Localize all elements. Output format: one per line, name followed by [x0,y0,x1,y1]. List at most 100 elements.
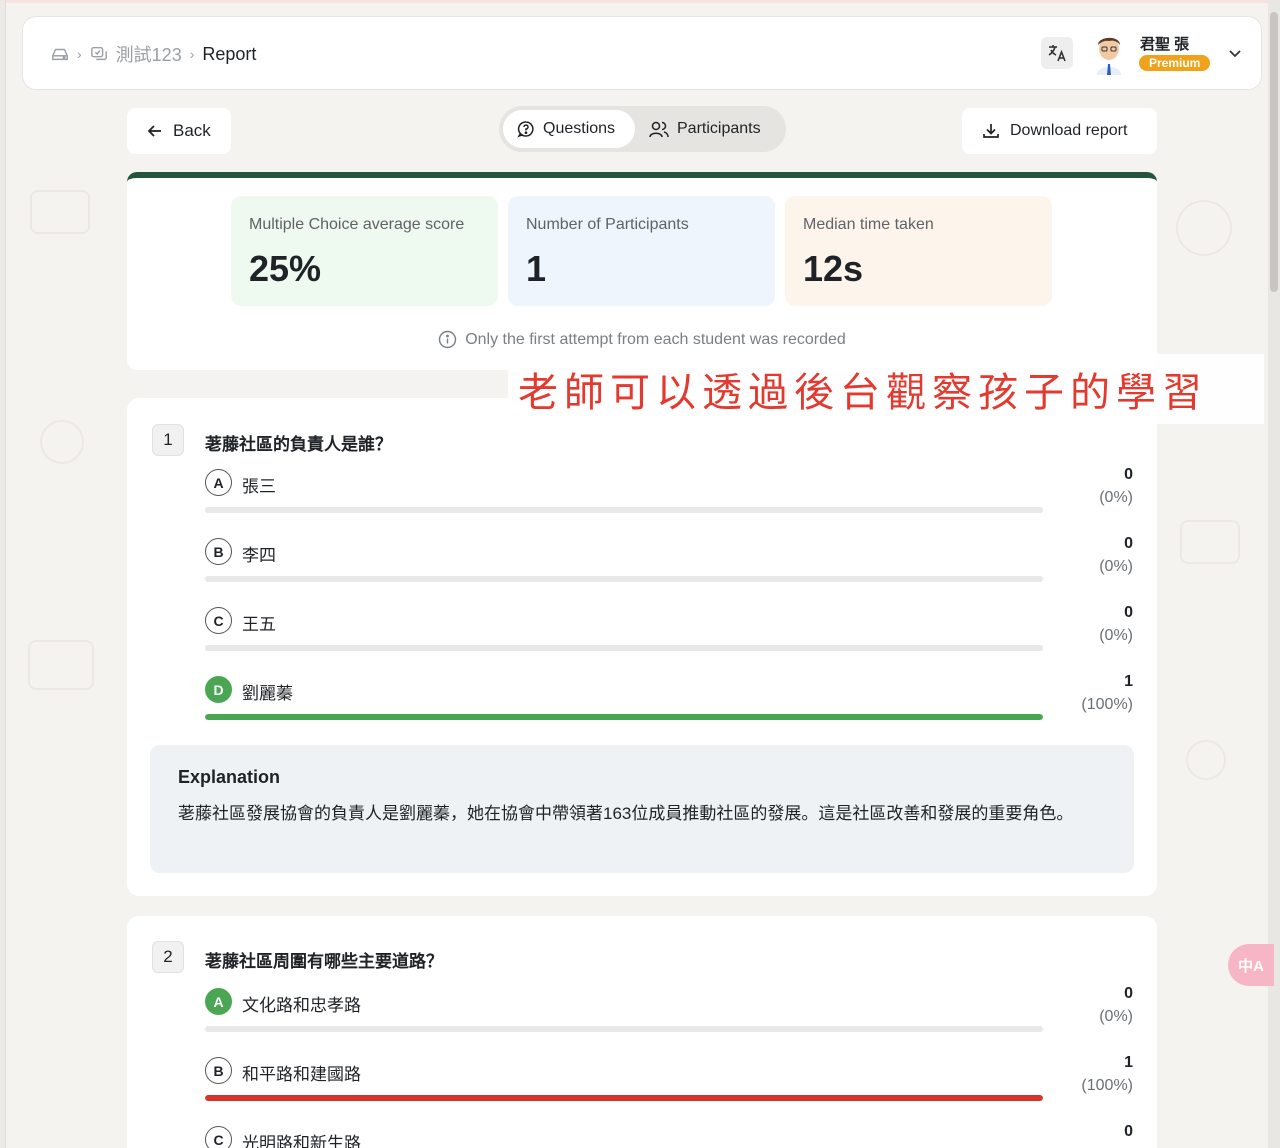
response-bar [205,576,1043,582]
explanation-title: Explanation [178,767,281,787]
breadcrumb-folder-link[interactable]: 測試123 [116,41,182,67]
background-doodle [40,420,84,464]
response-bar [205,1026,1043,1032]
response-percent: (100%) [1081,1077,1133,1094]
download-report-button[interactable]: Download report [962,108,1157,154]
user-avatar[interactable] [1089,31,1129,75]
back-button[interactable]: Back [127,108,231,154]
question-number: 1 [152,424,184,456]
background-doodle [1180,520,1240,564]
response-count: 0 [1124,604,1133,621]
option-text: 光明路和新生路 [242,1134,361,1148]
response-count: 1 [1124,1054,1133,1071]
response-count: 0 [1124,535,1133,552]
response-bar [205,1095,1043,1101]
question-text: 荖藤社區周圍有哪些主要道路？ [205,952,443,971]
arrow-left-icon [147,125,161,137]
tab-participants[interactable]: Participants [635,110,775,148]
answer-option: B 李四 0 (0%) [205,535,1135,598]
view-tabs: Questions Participants [499,106,786,152]
option-letter: D [205,676,232,703]
stat-value: 25% [249,248,322,289]
users-icon [649,121,669,138]
translate-icon [1048,45,1066,62]
premium-badge: Premium [1139,55,1211,71]
download-icon [983,124,999,138]
stat-participants: Number of Participants 1 [508,196,775,306]
response-bar-fill [205,714,1043,720]
stat-value: 1 [526,248,547,289]
background-doodle [1176,200,1232,256]
question-card: 1 荖藤社區的負責人是誰？ A 張三 0 (0%) B 李四 0 (0%) C 王五 0 (0%) D 劉… [127,398,1157,896]
tab-questions-label: Questions [543,120,616,137]
response-percent: (0%) [1099,1008,1133,1025]
question-chat-icon [517,121,534,138]
option-text: 劉麗蓁 [242,684,293,703]
explanation-text: 荖藤社區發展協會的負責人是劉麗蓁，她在協會中帶領著163位成員推動社區的發展。這… [178,804,1074,823]
user-name[interactable]: 君聖 張 [1140,33,1189,54]
top-header: › 測試123 › Report 君聖 張 Premium [22,16,1262,90]
attempt-note: Only the first attempt from each student… [127,330,1157,349]
question-text: 荖藤社區的負責人是誰？ [205,435,392,454]
option-text: 李四 [242,546,276,565]
response-bar-fill [205,1095,1043,1101]
response-percent: (0%) [1099,627,1133,644]
option-text: 文化路和忠孝路 [242,996,361,1015]
response-bar [205,645,1043,651]
option-letter: A [205,469,232,496]
response-count: 0 [1124,1123,1133,1140]
response-bar [205,714,1043,720]
answer-option: C 光明路和新生路 0 [205,1123,1135,1148]
breadcrumb-separator: › [189,46,195,62]
chevron-down-icon[interactable] [1227,45,1243,61]
back-label: Back [173,121,211,140]
option-letter: A [205,988,232,1015]
attempt-note-text: Only the first attempt from each student… [465,330,846,348]
option-text: 王五 [242,615,276,634]
background-doodle [30,190,90,234]
scrollbar-thumb[interactable] [1270,12,1278,292]
summary-card: Multiple Choice average score 25% Number… [127,172,1157,370]
option-letter: B [205,538,232,565]
question-card: 2 荖藤社區周圍有哪些主要道路？ A 文化路和忠孝路 0 (0%) B 和平路和建國路 1 (… [127,916,1157,1148]
response-percent: (100%) [1081,696,1133,713]
stat-average-score: Multiple Choice average score 25% [231,196,498,306]
answer-option: A 張三 0 (0%) [205,466,1135,529]
answer-option: A 文化路和忠孝路 0 (0%) [205,985,1135,1048]
response-count: 1 [1124,673,1133,690]
option-text: 張三 [242,477,276,496]
option-letter: B [205,1057,232,1084]
quiz-icon [90,46,107,61]
option-letter: C [205,607,232,634]
background-doodle [1186,740,1226,780]
tab-participants-label: Participants [677,120,761,137]
response-count: 0 [1124,985,1133,1002]
explanation-box: Explanation 荖藤社區發展協會的負責人是劉麗蓁，她在協會中帶領著163… [150,745,1134,873]
floating-translate-button[interactable]: 中A [1228,944,1274,986]
response-count: 0 [1124,466,1133,483]
response-percent: (0%) [1099,489,1133,506]
window-top-strip [0,0,1280,3]
breadcrumb-separator: › [77,46,82,62]
stat-label: Median time taken [803,216,934,233]
stat-median-time: Median time taken 12s [785,196,1052,306]
stat-value: 12s [803,248,864,289]
response-percent: (0%) [1099,558,1133,575]
answer-option: C 王五 0 (0%) [205,604,1135,667]
response-bar [205,507,1043,513]
answer-option: D 劉麗蓁 1 (100%) [205,673,1135,736]
option-text: 和平路和建國路 [242,1065,361,1084]
background-doodle [28,640,94,690]
drive-icon[interactable] [51,45,69,63]
stat-label: Multiple Choice average score [249,216,465,233]
answer-option: B 和平路和建國路 1 (100%) [205,1054,1135,1117]
option-letter: C [205,1126,232,1148]
breadcrumb: › 測試123 › Report [51,41,256,67]
translate-button[interactable] [1041,37,1073,69]
tab-questions[interactable]: Questions [503,110,635,148]
annotation-caption: 老師可以透過後台觀察孩子的學習 [508,354,1264,424]
question-number: 2 [152,941,184,973]
download-label: Download report [1010,122,1128,139]
info-icon [438,330,457,349]
left-panel-edge [0,0,6,1148]
